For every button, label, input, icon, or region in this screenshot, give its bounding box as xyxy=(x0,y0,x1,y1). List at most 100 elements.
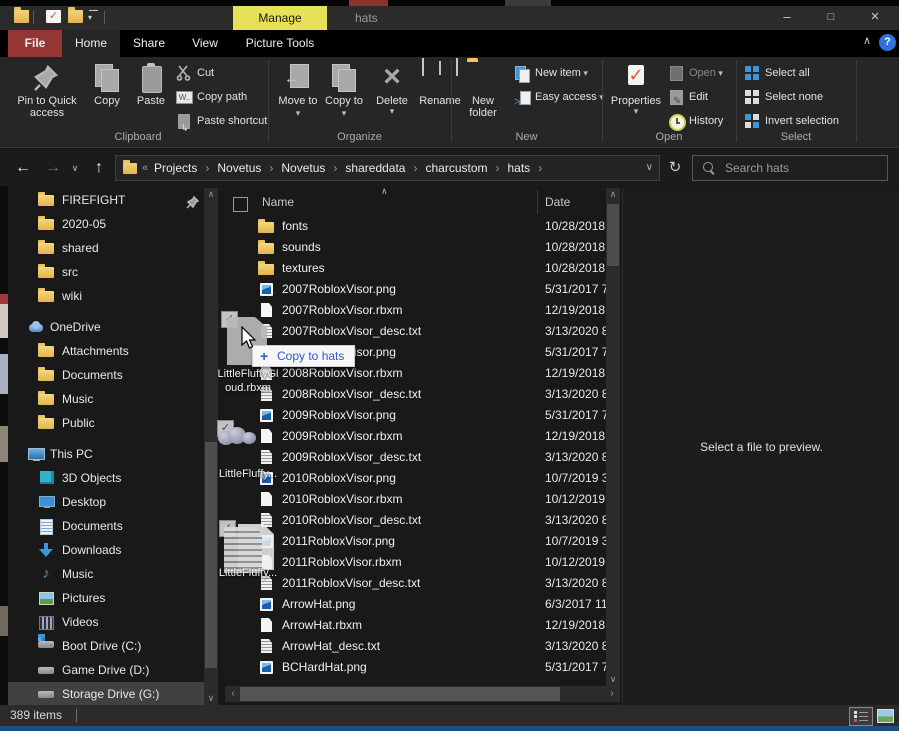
minimize-button[interactable]: – xyxy=(765,6,809,30)
sidebar-item[interactable]: Boot Drive (C:) xyxy=(8,634,204,658)
list-scrollbar[interactable]: ∧ ∨ xyxy=(606,188,620,686)
breadcrumb-segment[interactable]: Projects xyxy=(154,161,217,175)
sidebar-item[interactable]: Public xyxy=(8,411,204,435)
breadcrumb-segment[interactable]: shareddata xyxy=(345,161,425,175)
table-row[interactable]: 2007RobloxVisor.png 5/31/2017 7 xyxy=(225,279,606,300)
sidebar-item[interactable]: Music xyxy=(8,387,204,411)
pin-to-quick-access-button[interactable]: Pin to Quick access xyxy=(12,60,82,132)
sidebar-item[interactable]: Storage Drive (G:) xyxy=(8,682,204,705)
move-to-button[interactable]: ← Move to xyxy=(276,60,320,132)
tab-share[interactable]: Share xyxy=(120,30,178,57)
scroll-down-icon[interactable]: ∨ xyxy=(204,692,218,705)
sidebar-item[interactable]: OneDrive xyxy=(8,315,204,339)
table-row[interactable]: 2009RobloxVisor.rbxm 12/19/2018 xyxy=(225,426,606,447)
breadcrumb-overflow-icon[interactable]: « xyxy=(142,156,148,180)
scroll-down-icon[interactable]: ∨ xyxy=(606,673,620,686)
table-row[interactable]: 2007RobloxVisor.rbxm 12/19/2018 xyxy=(225,300,606,321)
sidebar-item[interactable]: Desktop xyxy=(8,490,204,514)
maximize-button[interactable]: □ xyxy=(809,6,853,30)
paste-button[interactable]: Paste xyxy=(130,60,172,132)
table-row[interactable]: BCHardHat.png 5/31/2017 7 xyxy=(225,657,606,678)
scroll-left-icon[interactable]: ‹ xyxy=(227,686,239,702)
cut-button[interactable]: Cut xyxy=(176,62,276,84)
tab-home[interactable]: Home xyxy=(62,30,120,57)
table-row[interactable]: textures 10/28/2018 xyxy=(225,258,606,279)
up-icon[interactable]: ↑ xyxy=(88,156,110,180)
copy-to-button[interactable]: Copy to xyxy=(322,60,366,132)
address-bar[interactable]: « ProjectsNovetusNovetusshareddatacharcu… xyxy=(115,155,660,181)
new-folder-button[interactable]: New folder xyxy=(458,60,508,132)
sidebar-item[interactable]: 3D Objects xyxy=(8,466,204,490)
open-button[interactable]: Open xyxy=(668,62,732,84)
select-all-button[interactable]: Select all xyxy=(744,62,848,84)
table-row[interactable]: ArrowHat.rbxm 12/19/2018 xyxy=(225,615,606,636)
scroll-up-icon[interactable]: ∧ xyxy=(606,188,620,201)
forward-icon[interactable]: → xyxy=(42,156,64,180)
qat-newfolder-icon[interactable] xyxy=(68,10,83,23)
table-row[interactable]: 2009RobloxVisor_desc.txt 3/13/2020 8 xyxy=(225,447,606,468)
delete-button[interactable]: × Delete xyxy=(370,60,414,132)
new-item-button[interactable]: New item xyxy=(514,62,600,84)
tab-picture-tools[interactable]: Picture Tools xyxy=(233,30,327,57)
sidebar-item[interactable]: Game Drive (D:) xyxy=(8,658,204,682)
table-row[interactable]: 2007RobloxVisor_desc.txt 3/13/2020 8 xyxy=(225,321,606,342)
sidebar-item[interactable]: Documents xyxy=(8,514,204,538)
scroll-right-icon[interactable]: › xyxy=(606,686,618,702)
scroll-up-icon[interactable]: ∧ xyxy=(204,188,218,201)
sidebar-item[interactable]: Downloads xyxy=(8,538,204,562)
column-header-date[interactable]: Date xyxy=(545,195,570,209)
qat-folder-icon[interactable] xyxy=(14,10,29,23)
properties-button[interactable]: ✓ Properties xyxy=(608,60,664,132)
help-icon[interactable]: ? xyxy=(879,34,896,51)
breadcrumb-segment[interactable]: hats xyxy=(508,161,551,175)
sidebar-item[interactable]: This PC xyxy=(8,442,204,466)
qat-customize-icon[interactable]: ▾ xyxy=(88,13,103,26)
table-row[interactable]: ArrowHat.png 6/3/2017 11 xyxy=(225,594,606,615)
address-dropdown-icon[interactable]: ∨ xyxy=(646,156,653,180)
table-row[interactable]: ArrowHat_desc.txt 3/13/2020 8 xyxy=(225,636,606,657)
table-row[interactable]: 2009RobloxVisor.png 5/31/2017 7 xyxy=(225,405,606,426)
sidebar-item[interactable]: Documents xyxy=(8,363,204,387)
sidebar-item[interactable]: Attachments xyxy=(8,339,204,363)
collapse-ribbon-icon[interactable]: ∧ xyxy=(857,34,877,52)
sidebar-item[interactable]: Pictures xyxy=(8,586,204,610)
sidebar-item[interactable]: shared xyxy=(8,236,204,260)
breadcrumb-segment[interactable]: charcustom xyxy=(425,161,507,175)
breadcrumb-segment[interactable]: Novetus xyxy=(281,161,345,175)
sidebar-item[interactable]: 2020-05 xyxy=(8,212,204,236)
sidebar-item[interactable]: Videos xyxy=(8,610,204,634)
table-row[interactable]: fonts 10/28/2018 xyxy=(225,216,606,237)
qat-properties-icon[interactable]: ✓ xyxy=(46,10,61,23)
details-view-button[interactable] xyxy=(849,707,873,726)
table-row[interactable]: 2010RobloxVisor.rbxm 10/12/2019 xyxy=(225,489,606,510)
sidebar-item[interactable]: Music xyxy=(8,562,204,586)
sidebar-scrollbar[interactable]: ∧ ∨ xyxy=(204,188,218,705)
back-icon[interactable]: ← xyxy=(12,156,34,180)
select-none-button[interactable]: Select none xyxy=(744,86,848,108)
sidebar-item[interactable]: src xyxy=(8,260,204,284)
thumbnail-view-button[interactable] xyxy=(874,707,896,724)
easy-access-button[interactable]: ≯ Easy access xyxy=(514,86,610,108)
scrollbar-thumb[interactable] xyxy=(240,687,560,701)
copy-button[interactable]: Copy xyxy=(86,60,128,132)
copy-path-button[interactable]: W.. Copy path xyxy=(176,86,286,108)
tab-file[interactable]: File xyxy=(8,30,62,57)
manage-contextual-tab[interactable]: Manage xyxy=(233,6,327,30)
recent-locations-icon[interactable]: ∨ xyxy=(68,156,82,180)
scrollbar-thumb[interactable] xyxy=(607,204,619,266)
select-all-checkbox[interactable] xyxy=(233,197,248,212)
table-row[interactable]: 2011RobloxVisor.png 10/7/2019 3 xyxy=(225,531,606,552)
column-header-name[interactable]: Name xyxy=(262,195,294,209)
breadcrumb-segment[interactable]: Novetus xyxy=(217,161,281,175)
sidebar-item[interactable]: FIREFIGHT xyxy=(8,188,204,212)
column-divider[interactable] xyxy=(537,190,538,214)
horizontal-scrollbar[interactable]: ‹ › xyxy=(225,686,620,702)
table-row[interactable]: 2010RobloxVisor_desc.txt 3/13/2020 8 xyxy=(225,510,606,531)
table-row[interactable]: sounds 10/28/2018 xyxy=(225,237,606,258)
tab-view[interactable]: View xyxy=(178,30,232,57)
search-box[interactable]: Search hats xyxy=(692,155,888,181)
close-button[interactable]: × xyxy=(853,6,897,30)
sidebar-item[interactable]: wiki xyxy=(8,284,204,308)
refresh-icon[interactable]: ↻ xyxy=(662,155,688,181)
edit-button[interactable]: ✎ Edit xyxy=(668,86,732,108)
